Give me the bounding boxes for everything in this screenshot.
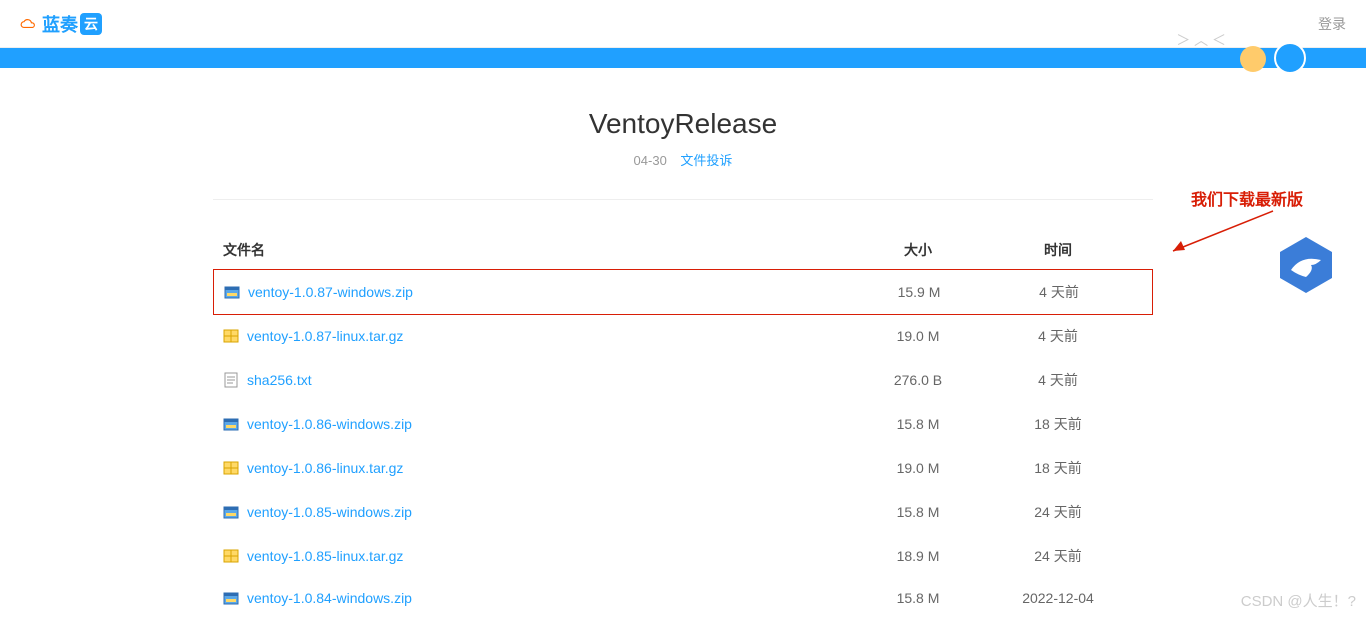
file-time: 24 天前 [993, 546, 1123, 566]
file-name-cell: ventoy-1.0.85-linux.tar.gz [213, 548, 843, 564]
file-link[interactable]: sha256.txt [247, 372, 312, 388]
banner-decoration-circle2 [1274, 42, 1306, 74]
banner-decoration: ＞ ︿ ＜ [1176, 30, 1226, 50]
file-link[interactable]: ventoy-1.0.85-windows.zip [247, 504, 412, 520]
table-header: 文件名 大小 时间 [213, 230, 1153, 270]
column-header-name: 文件名 [213, 240, 843, 260]
table-row: ventoy-1.0.86-windows.zip 15.8 M18 天前 [213, 402, 1153, 446]
file-size: 15.8 M [843, 590, 993, 606]
file-name-cell: ventoy-1.0.85-windows.zip [213, 504, 843, 520]
table-row: ventoy-1.0.87-linux.tar.gz 19.0 M4 天前 [213, 314, 1153, 358]
annotation-text: 我们下载最新版 [1191, 186, 1303, 210]
brand-text: 蓝奏 云 [42, 11, 102, 37]
file-link[interactable]: ventoy-1.0.85-linux.tar.gz [247, 548, 403, 564]
file-time: 4 天前 [993, 326, 1123, 346]
banner-strip: ＞ ︿ ＜ [0, 48, 1366, 68]
cloud-icon [20, 16, 36, 32]
file-size: 15.8 M [843, 504, 993, 520]
banner-decoration-circle [1240, 46, 1266, 72]
brand-logo[interactable]: 蓝奏 云 [20, 11, 102, 37]
page-title: VentoyRelease [213, 108, 1153, 140]
file-name-cell: sha256.txt [213, 372, 843, 388]
file-list: ventoy-1.0.87-windows.zip15.9 M4 天前vento… [213, 269, 1153, 618]
column-header-size: 大小 [843, 240, 993, 260]
top-bar: 蓝奏 云 登录 [0, 0, 1366, 48]
main-content: VentoyRelease 04-30 文件投诉 文件名 大小 时间 vento… [193, 68, 1173, 618]
file-size: 19.0 M [843, 328, 993, 344]
file-time: 4 天前 [994, 282, 1124, 302]
file-type-icon [223, 548, 239, 564]
login-link[interactable]: 登录 [1318, 14, 1346, 34]
page-subtitle: 04-30 文件投诉 [213, 150, 1153, 169]
file-type-icon [223, 416, 239, 432]
file-type-icon [223, 328, 239, 344]
watermark-text: CSDN @人生！? [1241, 590, 1356, 611]
file-name-cell: ventoy-1.0.87-linux.tar.gz [213, 328, 843, 344]
file-size: 15.8 M [843, 416, 993, 432]
file-type-icon [223, 590, 239, 606]
file-link[interactable]: ventoy-1.0.86-linux.tar.gz [247, 460, 403, 476]
page-date: 04-30 [634, 153, 667, 168]
file-name-cell: ventoy-1.0.86-windows.zip [213, 416, 843, 432]
complaint-link[interactable]: 文件投诉 [680, 153, 732, 168]
file-size: 15.9 M [844, 284, 994, 300]
table-row: sha256.txt 276.0 B4 天前 [213, 358, 1153, 402]
file-link[interactable]: ventoy-1.0.84-windows.zip [247, 590, 412, 606]
file-time: 2022-12-04 [993, 590, 1123, 606]
file-link[interactable]: ventoy-1.0.87-windows.zip [248, 284, 413, 300]
file-link[interactable]: ventoy-1.0.86-windows.zip [247, 416, 412, 432]
file-link[interactable]: ventoy-1.0.87-linux.tar.gz [247, 328, 403, 344]
file-time: 18 天前 [993, 458, 1123, 478]
bird-badge-icon[interactable] [1276, 235, 1336, 295]
file-type-icon [223, 372, 239, 388]
table-row: ventoy-1.0.85-windows.zip 15.8 M24 天前 [213, 490, 1153, 534]
divider [213, 199, 1153, 200]
file-time: 4 天前 [993, 370, 1123, 390]
file-size: 276.0 B [843, 372, 993, 388]
file-time: 24 天前 [993, 502, 1123, 522]
file-type-icon [224, 284, 240, 300]
file-size: 19.0 M [843, 460, 993, 476]
column-header-time: 时间 [993, 240, 1123, 260]
file-type-icon [223, 504, 239, 520]
table-row: ventoy-1.0.86-linux.tar.gz 19.0 M18 天前 [213, 446, 1153, 490]
annotation-arrow [1163, 206, 1283, 266]
file-time: 18 天前 [993, 414, 1123, 434]
file-name-cell: ventoy-1.0.87-windows.zip [214, 284, 844, 300]
table-row: ventoy-1.0.84-windows.zip 15.8 M2022-12-0… [213, 578, 1153, 618]
table-row: ventoy-1.0.85-linux.tar.gz 18.9 M24 天前 [213, 534, 1153, 578]
file-name-cell: ventoy-1.0.86-linux.tar.gz [213, 460, 843, 476]
file-size: 18.9 M [843, 548, 993, 564]
file-name-cell: ventoy-1.0.84-windows.zip [213, 590, 843, 606]
file-type-icon [223, 460, 239, 476]
table-row: ventoy-1.0.87-windows.zip 15.9 M4 天前 [213, 269, 1153, 315]
